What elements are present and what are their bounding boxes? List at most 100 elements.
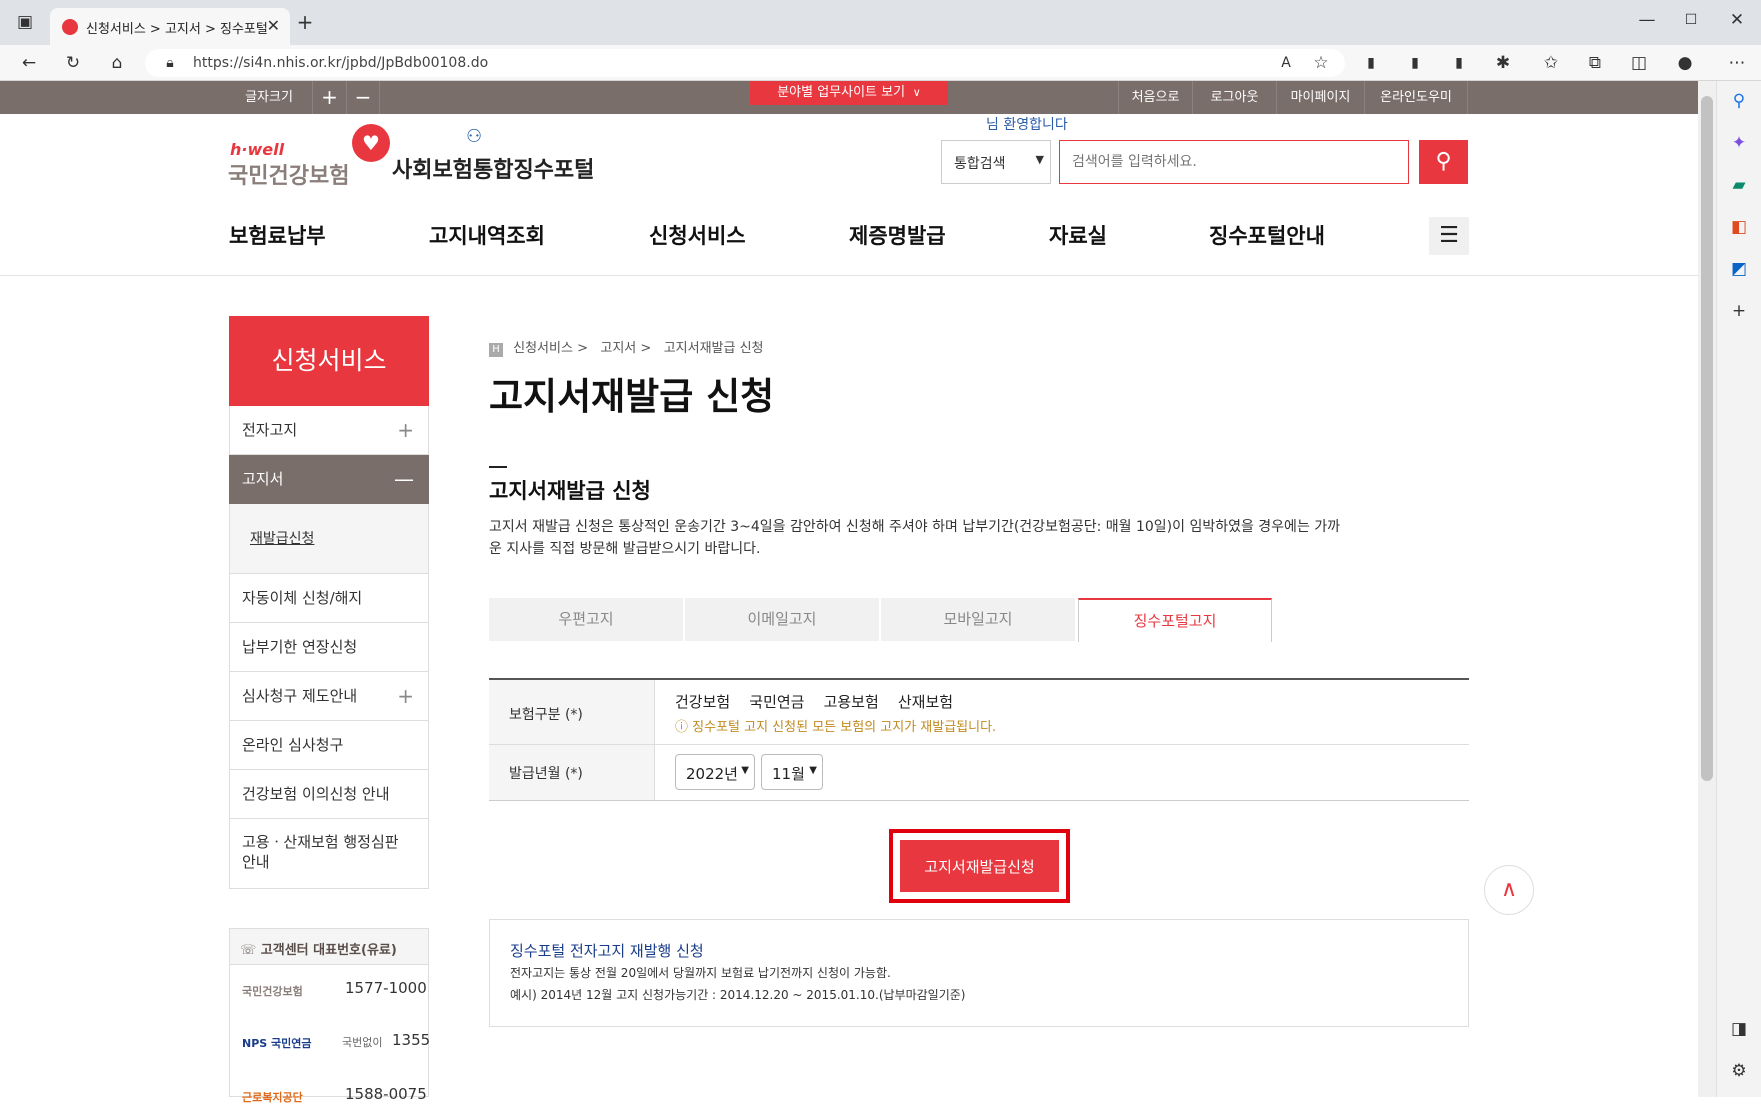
breadcrumb-item[interactable]: 신청서비스 > xyxy=(513,341,588,356)
insurance-industrial: 산재보험 xyxy=(897,693,954,711)
lnb-item-online-appeal[interactable]: 온라인 심사청구 xyxy=(229,721,429,770)
lnb-item-appeal-guide[interactable]: 심사청구 제도안내 + xyxy=(229,672,429,721)
close-window-icon[interactable]: ✕ xyxy=(1726,10,1748,30)
insurance-type-list: 건강보험 국민연금 고용보험 산재보험 xyxy=(675,691,953,712)
topbar-link-home[interactable]: 처음으로 xyxy=(1118,81,1192,114)
insurance-type-label: 보험구분 (*) xyxy=(509,707,583,723)
home-icon[interactable]: ⌂ xyxy=(106,53,128,73)
browser-tab[interactable]: 신청서비스 > 고지서 > 징수포털 ✕ xyxy=(50,8,290,45)
maximize-icon[interactable]: ☐ xyxy=(1680,10,1702,30)
home-icon[interactable]: H xyxy=(489,343,503,357)
copilot-icon[interactable]: ✦ xyxy=(1728,133,1750,153)
extensions-icon[interactable]: ✱ xyxy=(1492,53,1514,73)
new-tab-icon[interactable]: + xyxy=(294,12,316,32)
chevron-down-icon: ∨ xyxy=(909,86,921,99)
lnb-item-deadline-extension[interactable]: 납부기한 연장신청 xyxy=(229,623,429,672)
extension-i2-icon[interactable]: ▮ xyxy=(1448,53,1470,73)
cs-prefix-nps: 국번없이 xyxy=(342,1036,383,1049)
form-bottom-border xyxy=(489,800,1469,801)
year-select[interactable]: 2022년 ▼ xyxy=(675,754,755,790)
breadcrumb: H 신청서비스 > 고지서 > 고지서재발급 신청 xyxy=(489,337,764,357)
bing-search-icon[interactable]: ⚲ xyxy=(1728,91,1750,111)
gnb-portal-guide[interactable]: 징수포털안내 xyxy=(1209,220,1325,250)
insurance-note: ⓘ 징수포털 고지 신청된 모든 보험의 고지가 재발급됩니다. xyxy=(675,716,996,735)
url-text: https://si4n.nhis.or.kr/jpbd/JpBdb00108.… xyxy=(193,55,489,71)
read-aloud-icon[interactable]: A xyxy=(1275,53,1297,73)
tab-actions-icon[interactable]: ▣ xyxy=(14,12,36,32)
section-description: 고지서 재발급 신청은 통상적인 운송기간 3~4일을 감안하여 신청해 주셔야… xyxy=(489,516,1469,560)
font-size-label: 글자크기 xyxy=(245,90,293,105)
logo-nhis-text[interactable]: 국민건강보험 xyxy=(228,158,349,190)
back-icon[interactable]: ← xyxy=(18,53,40,73)
lnb-subitem-reissue[interactable]: 재발급신청 xyxy=(229,504,429,574)
chevron-up-icon: ∧ xyxy=(1500,877,1518,902)
search-button[interactable]: ⚲ xyxy=(1419,140,1468,184)
gnb-resources[interactable]: 자료실 xyxy=(1049,220,1107,250)
add-sidebar-app-icon[interactable]: + xyxy=(1728,301,1750,321)
nhis-favicon-icon xyxy=(62,19,78,35)
extension-s-icon[interactable]: ▮ xyxy=(1404,53,1426,73)
gnb-billing-history[interactable]: 고지내역조회 xyxy=(429,220,545,250)
tools-icon[interactable]: ▰ xyxy=(1728,175,1750,195)
profile-avatar-icon[interactable]: ● xyxy=(1674,53,1696,73)
field-sites-button[interactable]: 분야별 업무사이트 보기 ∨ xyxy=(750,81,948,105)
minimize-icon[interactable]: — xyxy=(1636,10,1658,30)
tab-portal-notice[interactable]: 징수포털고지 xyxy=(1078,598,1272,642)
refresh-icon[interactable]: ↻ xyxy=(62,53,84,73)
url-field[interactable]: 🔒︎ https://si4n.nhis.or.kr/jpbd/JpBdb001… xyxy=(145,49,1345,77)
customer-center-box: ☏ 고객센터 대표번호(유료) 국민건강보험 1577-1000 NPS 국민연… xyxy=(229,928,431,1104)
favorites-icon[interactable]: ✩ xyxy=(1540,53,1562,73)
lnb-item-e-notice[interactable]: 전자고지 + xyxy=(229,406,429,455)
tab-postal-notice[interactable]: 우편고지 xyxy=(489,598,683,641)
lnb-item-administrative-trial[interactable]: 고용ㆍ산재보험 행정심판 안내 xyxy=(229,819,429,889)
sidebar-layout-icon[interactable]: ◨ xyxy=(1728,1019,1750,1039)
gnb-certificates[interactable]: 제증명발급 xyxy=(849,220,946,250)
hamburger-menu-icon[interactable]: ☰ xyxy=(1429,217,1469,255)
cs-number-nps: 1355 xyxy=(392,1031,431,1049)
font-increase-button[interactable]: + xyxy=(312,81,346,114)
outlook-icon[interactable]: ◩ xyxy=(1728,259,1750,279)
cs-number-comwel: 1588-0075 xyxy=(345,1085,427,1103)
scroll-to-top-button[interactable]: ∧ xyxy=(1484,865,1534,915)
lock-icon: 🔒︎ xyxy=(166,55,174,71)
add-favorite-icon[interactable]: ☆ xyxy=(1310,53,1332,73)
topbar-link-helper[interactable]: 온라인도우미 xyxy=(1364,81,1468,114)
expand-plus-icon: + xyxy=(397,418,414,442)
section-desc-line: 운 지사를 직접 방문해 발급받으시기 바랍니다. xyxy=(489,541,761,557)
settings-gear-icon[interactable]: ⚙ xyxy=(1728,1061,1750,1081)
tab-email-notice[interactable]: 이메일고지 xyxy=(685,598,879,641)
page-title: 고지서재발급 신청 xyxy=(489,375,775,418)
more-menu-icon[interactable]: ⋯ xyxy=(1726,53,1748,73)
gnb-premium-payment[interactable]: 보험료납부 xyxy=(229,220,326,250)
reissue-submit-button[interactable]: 고지서재발급신청 xyxy=(900,840,1059,892)
gnb-application-service[interactable]: 신청서비스 xyxy=(649,220,746,250)
scrollbar-thumb[interactable] xyxy=(1701,96,1713,781)
font-decrease-button[interactable]: − xyxy=(346,81,380,114)
lnb-item-auto-transfer[interactable]: 자동이체 신청/해지 xyxy=(229,574,429,623)
portal-title[interactable]: 사회보험통합징수포털 xyxy=(392,152,594,184)
tab-mobile-notice[interactable]: 모바일고지 xyxy=(881,598,1075,641)
office-icon[interactable]: ◧ xyxy=(1728,217,1750,237)
insurance-pension: 국민연금 xyxy=(749,693,805,711)
lnb-item-notice[interactable]: 고지서 — xyxy=(229,455,429,504)
lnb-item-objection-guide[interactable]: 건강보험 이의신청 안내 xyxy=(229,770,429,819)
topbar-link-mypage[interactable]: 마이페이지 xyxy=(1276,81,1364,114)
user-icon: ⚇ xyxy=(466,126,483,147)
logo-hwell: h·well xyxy=(230,140,285,159)
select-chevron-icon: ▼ xyxy=(809,765,817,776)
topbar-link-logout[interactable]: 로그아웃 xyxy=(1192,81,1276,114)
search-input[interactable] xyxy=(1059,140,1409,184)
insurance-employment: 고용보험 xyxy=(823,693,879,711)
info-line: 전자고지는 통상 전월 20일에서 당월까지 보험료 납기전까지 신청이 가능함… xyxy=(510,966,891,980)
month-select[interactable]: 11월 ▼ xyxy=(761,754,823,790)
performance-icon[interactable]: ◫ xyxy=(1628,53,1650,73)
search-scope-value: 통합검색 xyxy=(954,156,1006,172)
search-scope-select[interactable]: 통합검색 ▼ xyxy=(941,140,1051,184)
breadcrumb-item[interactable]: 고지서 > xyxy=(600,341,651,356)
customer-center-title: 고객센터 대표번호(유료) xyxy=(260,943,397,958)
lnb-title: 신청서비스 xyxy=(229,316,429,406)
collections-icon[interactable]: ⧉ xyxy=(1584,53,1606,73)
extension-i-icon[interactable]: ▮ xyxy=(1360,53,1382,73)
info-box: 징수포털 전자고지 재발행 신청 전자고지는 통상 전월 20일에서 당월까지 … xyxy=(489,919,1469,1027)
close-tab-icon[interactable]: ✕ xyxy=(267,16,280,35)
